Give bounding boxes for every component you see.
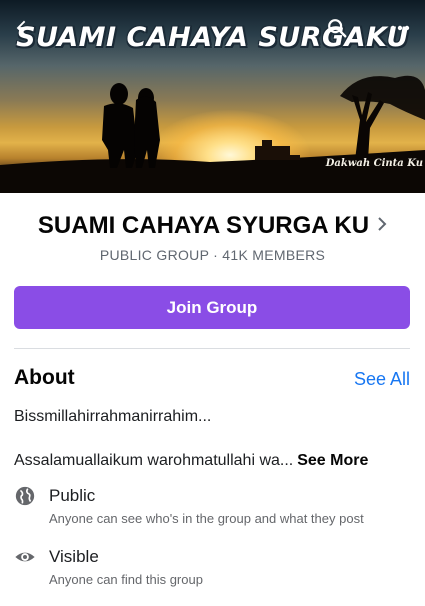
privacy-title: Public xyxy=(49,486,96,505)
divider xyxy=(14,348,410,349)
cover-signature: Dakwah Cinta Ku xyxy=(325,158,423,169)
more-options-button[interactable] xyxy=(386,14,414,42)
back-button[interactable] xyxy=(10,14,38,42)
description-line-2: Assalamuallaikum warohmatullahi wa... See… xyxy=(14,452,368,470)
visibility-title: Visible xyxy=(49,547,99,566)
visibility-subtitle: Anyone can find this group xyxy=(49,572,203,587)
back-arrow-icon xyxy=(16,20,32,36)
search-button[interactable] xyxy=(323,14,351,42)
eye-icon xyxy=(15,552,35,562)
group-name-link[interactable]: SUAMI CAHAYA SYURGA KU xyxy=(0,210,425,240)
see-all-link[interactable]: See All xyxy=(354,369,410,390)
more-dots-icon xyxy=(390,25,410,31)
group-meta: PUBLIC GROUP · 41K MEMBERS xyxy=(99,247,326,263)
search-icon xyxy=(328,19,347,38)
description-text: Assalamuallaikum warohmatullahi wa... xyxy=(14,452,294,469)
cover-photo[interactable]: SUAMI CAHAYA SURGAKU Dakwah Cinta Ku xyxy=(0,0,425,193)
join-group-button[interactable]: Join Group xyxy=(14,286,410,329)
about-heading: About xyxy=(14,366,75,389)
privacy-subtitle: Anyone can see who's in the group and wh… xyxy=(49,511,364,526)
description-line-1: Bissmillahirrahmanirrahim... xyxy=(14,408,212,425)
group-name: SUAMI CAHAYA SYURGA KU xyxy=(37,212,370,239)
globe-icon xyxy=(15,486,35,506)
chevron-right-icon xyxy=(377,210,387,238)
see-more-link[interactable]: See More xyxy=(297,452,368,469)
cover-title-text: SUAMI CAHAYA SURGAKU xyxy=(16,22,409,53)
